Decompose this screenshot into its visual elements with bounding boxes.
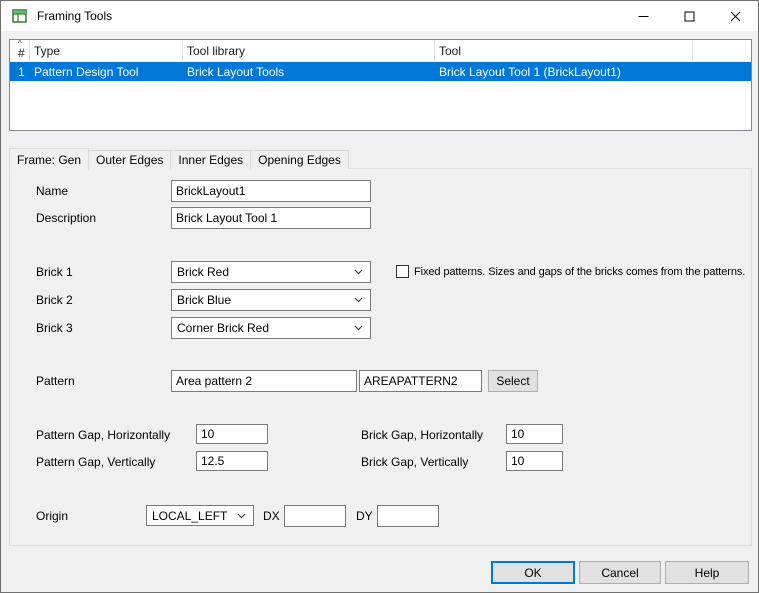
ok-button[interactable]: OK [491, 561, 575, 584]
tool-list-header: ^ # Type Tool library Tool [10, 40, 751, 62]
pattern-gap-h-label: Pattern Gap, Horizontally [36, 428, 170, 442]
window-title: Framing Tools [37, 9, 112, 23]
close-button[interactable] [712, 1, 758, 31]
brick1-label: Brick 1 [36, 265, 73, 279]
dy-label: DY [356, 509, 373, 523]
pattern-gap-v-label: Pattern Gap, Vertically [36, 455, 155, 469]
brick-gap-v-input[interactable] [506, 451, 563, 471]
fixed-patterns-label: Fixed patterns. Sizes and gaps of the br… [414, 266, 745, 278]
brick-gap-h-label: Brick Gap, Horizontally [361, 428, 483, 442]
column-header-num-label: # [18, 47, 25, 59]
brick-gap-v-label: Brick Gap, Vertically [361, 455, 468, 469]
pattern-name-field[interactable] [171, 370, 357, 392]
column-header-tool[interactable]: Tool [435, 40, 693, 61]
brick1-value: Brick Red [177, 265, 229, 279]
minimize-icon [638, 11, 649, 22]
window-controls [620, 1, 758, 31]
dx-input[interactable] [284, 505, 346, 527]
help-button[interactable]: Help [665, 561, 749, 584]
column-header-num[interactable]: ^ # [10, 40, 30, 61]
maximize-icon [684, 11, 695, 22]
tab-frame-gen[interactable]: Frame: Gen [9, 148, 89, 170]
dy-input[interactable] [377, 505, 439, 527]
chevron-down-icon [237, 513, 246, 519]
name-label: Name [36, 184, 68, 198]
brick3-value: Corner Brick Red [177, 321, 269, 335]
column-header-library[interactable]: Tool library [183, 40, 435, 61]
app-icon [12, 8, 28, 24]
row-num-cell: 1 [10, 65, 30, 79]
pattern-label: Pattern [36, 374, 75, 388]
name-input[interactable] [171, 180, 371, 202]
description-label: Description [36, 211, 96, 225]
framing-tools-dialog: Framing Tools ^ # Type Tool library Tool [0, 0, 759, 593]
chevron-down-icon [354, 325, 363, 331]
origin-label: Origin [36, 509, 68, 523]
pattern-code-field[interactable] [359, 370, 482, 392]
description-input[interactable] [171, 207, 371, 229]
column-header-filler [693, 40, 751, 61]
row-library-cell: Brick Layout Tools [183, 65, 435, 79]
origin-value: LOCAL_LEFT [152, 509, 227, 523]
brick3-dropdown[interactable]: Corner Brick Red [171, 317, 371, 339]
maximize-button[interactable] [666, 1, 712, 31]
brick2-value: Brick Blue [177, 293, 231, 307]
dx-label: DX [263, 509, 280, 523]
brick2-label: Brick 2 [36, 293, 73, 307]
table-row[interactable]: 1 Pattern Design Tool Brick Layout Tools… [10, 62, 751, 81]
pattern-select-button[interactable]: Select [488, 370, 538, 392]
title-bar[interactable]: Framing Tools [1, 1, 758, 31]
minimize-button[interactable] [620, 1, 666, 31]
brick1-dropdown[interactable]: Brick Red [171, 261, 371, 283]
row-type-cell: Pattern Design Tool [30, 65, 183, 79]
close-icon [730, 11, 741, 22]
pattern-gap-h-input[interactable] [196, 424, 268, 444]
tab-opening-edges[interactable]: Opening Edges [250, 150, 349, 169]
tool-list: ^ # Type Tool library Tool 1 Pattern Des… [9, 39, 752, 131]
tab-inner-edges[interactable]: Inner Edges [170, 150, 251, 169]
chevron-down-icon [354, 297, 363, 303]
chevron-down-icon [354, 269, 363, 275]
brick2-dropdown[interactable]: Brick Blue [171, 289, 371, 311]
tab-outer-edges[interactable]: Outer Edges [88, 150, 171, 169]
origin-dropdown[interactable]: LOCAL_LEFT [146, 505, 254, 526]
tab-strip: Frame: Gen Outer Edges Inner Edges Openi… [9, 147, 348, 169]
brick3-label: Brick 3 [36, 321, 73, 335]
pattern-gap-v-input[interactable] [196, 451, 268, 471]
brick-gap-h-input[interactable] [506, 424, 563, 444]
row-tool-cell: Brick Layout Tool 1 (BrickLayout1) [435, 65, 693, 79]
cancel-button[interactable]: Cancel [579, 561, 661, 584]
fixed-patterns-checkbox[interactable] [396, 265, 409, 278]
column-header-type[interactable]: Type [30, 40, 183, 61]
tab-content-pane [9, 168, 752, 546]
